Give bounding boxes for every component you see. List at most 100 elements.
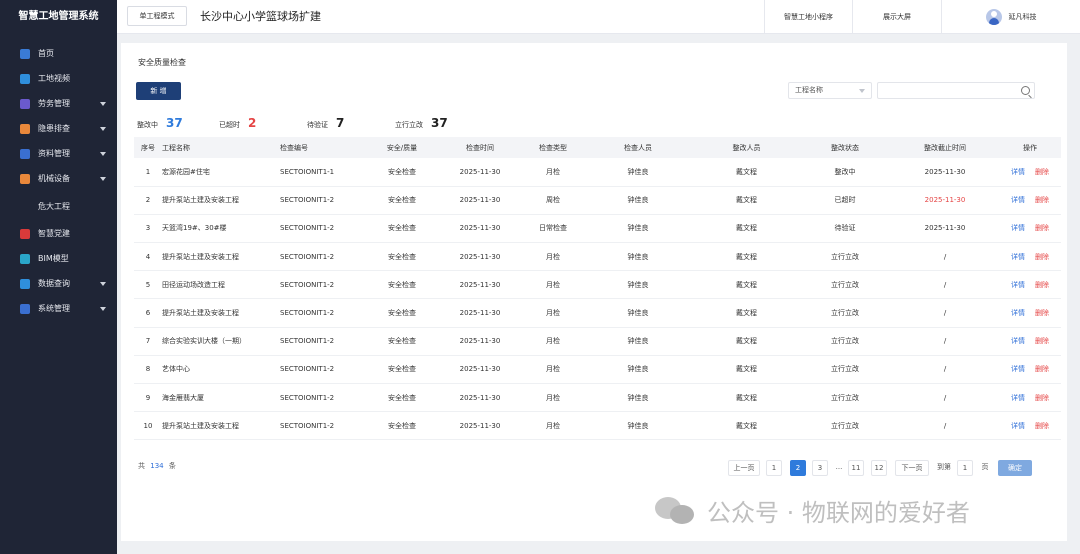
cell-deadline: / [891, 327, 999, 356]
delete-link[interactable]: 删除 [1035, 223, 1049, 233]
total-count: 共 134 条 [138, 461, 176, 471]
sidebar-item-machine[interactable]: 机械设备 [0, 166, 117, 191]
cell-time: 2025-11-30 [436, 214, 524, 244]
page-unit-label: 页 [981, 463, 989, 471]
stat-pending-verify: 待验证 7 [307, 116, 344, 130]
sidebar-item-home[interactable]: 首页 [0, 41, 117, 66]
next-page-button[interactable]: 下一页 [895, 460, 929, 476]
cell-kind: 安全检查 [368, 270, 436, 300]
cell-status: 立行立改 [799, 242, 891, 272]
mini-program-link[interactable]: 智慧工地小程序 [764, 0, 852, 34]
video-icon [20, 73, 30, 84]
prev-page-button[interactable]: 上一页 [728, 460, 760, 476]
delete-link[interactable]: 删除 [1035, 336, 1049, 346]
detail-link[interactable]: 详情 [1011, 336, 1025, 346]
cell-inspector: 钟佳良 [582, 355, 694, 385]
cell-inspector: 钟佳良 [582, 411, 694, 441]
detail-link[interactable]: 详情 [1011, 280, 1025, 290]
delete-link[interactable]: 删除 [1035, 393, 1049, 403]
table-row: 1 宏源花园#住宅 SECTOIONIT1-1 安全检查 2025-11-30 月检 钟佳良… [134, 158, 1061, 187]
table-row: 4 提升泵站土建及安装工程 SECTOIONIT1-2 安全检查 2025-11-30 月… [134, 242, 1061, 272]
stat-overdue: 已超时 2 [219, 116, 256, 130]
detail-link[interactable]: 详情 [1011, 195, 1025, 205]
goto-confirm-button[interactable]: 确定 [998, 460, 1032, 476]
sidebar-item-video[interactable]: 工地视频 [0, 66, 117, 91]
goto-page-input[interactable]: 1 [957, 460, 973, 476]
cell-idx: 4 [134, 242, 162, 272]
cell-deadline: / [891, 355, 999, 385]
cell-code: SECTOIONIT1-1 [280, 158, 368, 187]
table-row: 2 提升泵站土建及安装工程 SECTOIONIT1-2 安全检查 2025-11-30 周… [134, 186, 1061, 215]
add-button[interactable]: 新 增 [136, 82, 181, 100]
cell-time: 2025-11-30 [436, 383, 524, 413]
cell-kind: 安全检查 [368, 327, 436, 356]
sidebar-item-labor[interactable]: 劳务管理 [0, 91, 117, 116]
column-header: 整改人员 [694, 137, 799, 158]
page-button[interactable]: 11 [848, 460, 864, 476]
table-header-row: 序号 工程名称 检查编号 安全/质量 检查时间 检查类型 检查人员 整改人员 整改状态 整改截止时… [134, 137, 1061, 158]
delete-link[interactable]: 删除 [1035, 252, 1049, 262]
cell-name: 宏源花园#住宅 [162, 158, 280, 187]
big-screen-link[interactable]: 展示大屏 [852, 0, 941, 34]
machine-icon [20, 173, 30, 184]
cell-name: 综合实验实训大楼（一期） [162, 327, 280, 356]
cell-status: 立行立改 [799, 298, 891, 328]
cell-deadline: / [891, 270, 999, 300]
sidebar-item-party[interactable]: 智慧党建 [0, 221, 117, 246]
cell-name: 提升泵站土建及安装工程 [162, 242, 280, 272]
sidebar-item-document[interactable]: 资料管理 [0, 141, 117, 166]
project-mode-button[interactable]: 单工程模式 [127, 6, 187, 26]
cell-deadline: 2025-11-30 [891, 158, 999, 187]
cell-name: 天篮湾19#、30#楼 [162, 214, 280, 244]
sidebar-item-bim[interactable]: BIM模型 [0, 246, 117, 271]
cell-inspector: 钟佳良 [582, 327, 694, 356]
bim-icon [20, 253, 30, 264]
sidebar-item-settings[interactable]: 系统管理 [0, 296, 117, 321]
detail-link[interactable]: 详情 [1011, 167, 1025, 177]
detail-link[interactable]: 详情 [1011, 223, 1025, 233]
cell-actions: 详情 删除 [999, 242, 1061, 272]
cell-rectifier: 戴文程 [694, 214, 799, 244]
cell-kind: 安全检查 [368, 411, 436, 441]
detail-link[interactable]: 详情 [1011, 252, 1025, 262]
detail-link[interactable]: 详情 [1011, 421, 1025, 431]
sidebar-item-data-query[interactable]: 数据查询 [0, 271, 117, 296]
cell-time: 2025-11-30 [436, 186, 524, 215]
topbar: 单工程模式 长沙中心小学篮球场扩建 智慧工地小程序 展示大屏 延凡科技 [117, 0, 1080, 34]
cell-time: 2025-11-30 [436, 355, 524, 385]
project-name-select[interactable]: 工程名称 [788, 82, 872, 99]
cell-type: 月检 [524, 270, 582, 300]
cell-code: SECTOIONIT1-2 [280, 186, 368, 215]
watermark-text: 公众号 · 物联网的爱好者 [707, 498, 970, 527]
delete-link[interactable]: 删除 [1035, 421, 1049, 431]
detail-link[interactable]: 详情 [1011, 393, 1025, 403]
page-button-current[interactable]: 2 [790, 460, 806, 476]
sidebar-item-major-project[interactable]: 危大工程 [0, 191, 117, 221]
column-header: 工程名称 [162, 137, 280, 158]
search-input[interactable] [877, 82, 1035, 99]
main-panel: 安全质量检查 新 增 工程名称 整改中 37 已超时 2 待验证 7 立行立改 … [121, 43, 1067, 541]
cell-type: 月检 [524, 355, 582, 385]
sidebar-item-label: 资料管理 [38, 149, 70, 158]
delete-link[interactable]: 删除 [1035, 195, 1049, 205]
chevron-down-icon [100, 127, 106, 131]
user-menu[interactable]: 延凡科技 [941, 0, 1080, 34]
page-button[interactable]: 12 [871, 460, 887, 476]
delete-link[interactable]: 删除 [1035, 280, 1049, 290]
cell-code: SECTOIONIT1-2 [280, 298, 368, 328]
column-header: 检查人员 [582, 137, 694, 158]
page-button[interactable]: 3 [812, 460, 828, 476]
sidebar-item-hazard[interactable]: 隐患排查 [0, 116, 117, 141]
cell-rectifier: 戴文程 [694, 383, 799, 413]
table-row: 9 海金雁翡大厦 SECTOIONIT1-2 安全检查 2025-11-30 月检 钟佳良戴… [134, 383, 1061, 413]
sidebar-item-label: 机械设备 [38, 174, 70, 183]
detail-link[interactable]: 详情 [1011, 308, 1025, 318]
inspection-table: 序号 工程名称 检查编号 安全/质量 检查时间 检查类型 检查人员 整改人员 整改状态 整改截止时… [134, 137, 1061, 441]
page-button[interactable]: 1 [766, 460, 782, 476]
search-icon[interactable] [1021, 86, 1030, 95]
delete-link[interactable]: 删除 [1035, 364, 1049, 374]
delete-link[interactable]: 删除 [1035, 308, 1049, 318]
column-header: 检查编号 [280, 137, 368, 158]
delete-link[interactable]: 删除 [1035, 167, 1049, 177]
detail-link[interactable]: 详情 [1011, 364, 1025, 374]
